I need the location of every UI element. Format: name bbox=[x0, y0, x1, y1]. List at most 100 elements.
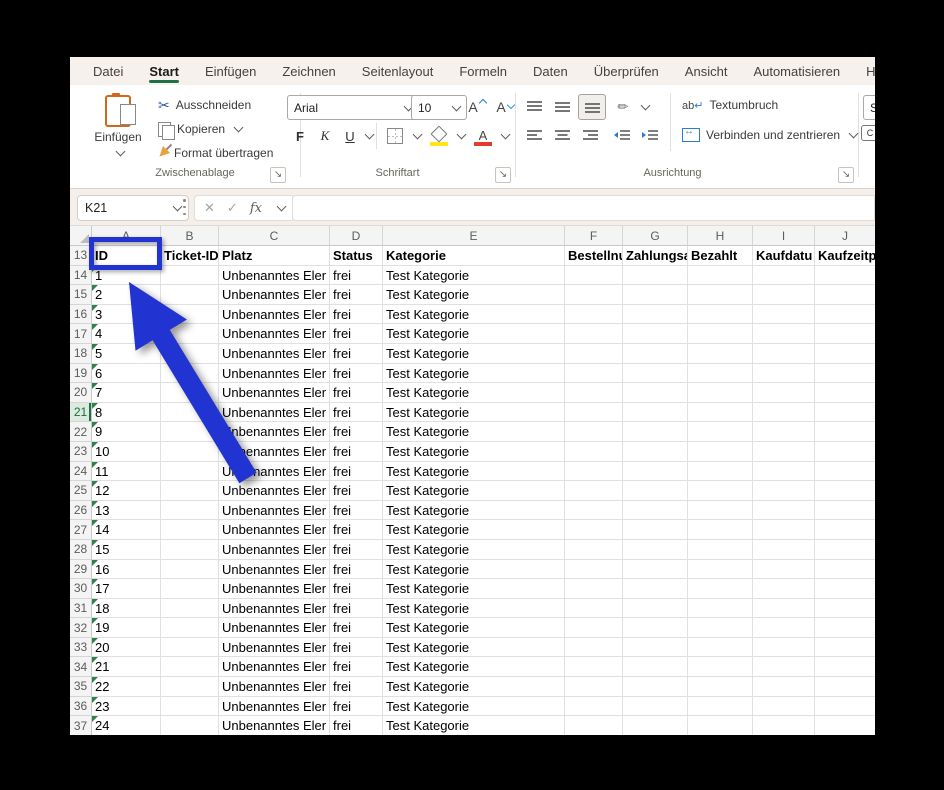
paste-button[interactable]: Einfügen bbox=[90, 93, 146, 163]
cell-E17[interactable]: Test Kategorie bbox=[383, 324, 565, 344]
formula-bar-grip[interactable] bbox=[183, 199, 186, 215]
cell-J36[interactable] bbox=[815, 697, 875, 717]
cell-J15[interactable] bbox=[815, 285, 875, 305]
cell-D13[interactable]: Status bbox=[330, 246, 383, 266]
cell-E32[interactable]: Test Kategorie bbox=[383, 618, 565, 638]
cell-I14[interactable] bbox=[753, 266, 815, 286]
cell-I21[interactable] bbox=[753, 403, 815, 423]
ribbon-tab-überprüfen[interactable]: Überprüfen bbox=[581, 57, 672, 85]
cell-C35[interactable]: Unbenanntes Eler bbox=[219, 677, 330, 697]
cell-D16[interactable]: frei bbox=[330, 305, 383, 325]
cell-B34[interactable] bbox=[161, 657, 219, 677]
cell-I27[interactable] bbox=[753, 520, 815, 540]
cell-E19[interactable]: Test Kategorie bbox=[383, 364, 565, 384]
cell-J25[interactable] bbox=[815, 481, 875, 501]
cell-D22[interactable]: frei bbox=[330, 422, 383, 442]
cell-B23[interactable] bbox=[161, 442, 219, 462]
number-format-combo[interactable]: St bbox=[863, 95, 875, 120]
cell-E27[interactable]: Test Kategorie bbox=[383, 520, 565, 540]
cell-E23[interactable]: Test Kategorie bbox=[383, 442, 565, 462]
cancel-icon[interactable]: ✕ bbox=[204, 200, 215, 216]
font-color-button[interactable]: A bbox=[472, 125, 494, 147]
column-header-D[interactable]: D bbox=[330, 226, 383, 246]
cell-H15[interactable] bbox=[688, 285, 753, 305]
cell-G19[interactable] bbox=[623, 364, 688, 384]
column-header-C[interactable]: C bbox=[219, 226, 330, 246]
cell-F13[interactable]: Bestellnu bbox=[565, 246, 623, 266]
cell-D17[interactable]: frei bbox=[330, 324, 383, 344]
cell-I25[interactable] bbox=[753, 481, 815, 501]
cell-H29[interactable] bbox=[688, 560, 753, 580]
cell-D26[interactable]: frei bbox=[330, 501, 383, 521]
cell-J27[interactable] bbox=[815, 520, 875, 540]
cell-D21[interactable]: frei bbox=[330, 403, 383, 423]
row-header-13[interactable]: 13 bbox=[70, 246, 92, 266]
column-header-G[interactable]: G bbox=[623, 226, 688, 246]
cell-H31[interactable] bbox=[688, 599, 753, 619]
cell-F19[interactable] bbox=[565, 364, 623, 384]
cell-G33[interactable] bbox=[623, 638, 688, 658]
row-header-36[interactable]: 36 bbox=[70, 697, 92, 717]
cell-I22[interactable] bbox=[753, 422, 815, 442]
cell-A27[interactable]: 14 bbox=[92, 520, 161, 540]
cell-B24[interactable] bbox=[161, 462, 219, 482]
cell-E29[interactable]: Test Kategorie bbox=[383, 560, 565, 580]
cell-C37[interactable]: Unbenanntes Eler bbox=[219, 716, 330, 735]
cell-A35[interactable]: 22 bbox=[92, 677, 161, 697]
font-dialog-launcher-icon[interactable]: ↘ bbox=[495, 167, 511, 183]
increase-font-button[interactable]: A bbox=[462, 96, 484, 118]
align-bottom-button[interactable] bbox=[578, 94, 606, 120]
cell-F32[interactable] bbox=[565, 618, 623, 638]
cell-D27[interactable]: frei bbox=[330, 520, 383, 540]
cell-A18[interactable]: 5 bbox=[92, 344, 161, 364]
align-top-button[interactable] bbox=[522, 96, 546, 118]
format-painter-button[interactable]: Format übertragen bbox=[158, 143, 273, 163]
column-header-E[interactable]: E bbox=[383, 226, 565, 246]
cell-E31[interactable]: Test Kategorie bbox=[383, 599, 565, 619]
column-header-B[interactable]: B bbox=[161, 226, 219, 246]
cell-E34[interactable]: Test Kategorie bbox=[383, 657, 565, 677]
cell-H26[interactable] bbox=[688, 501, 753, 521]
cell-B15[interactable] bbox=[161, 285, 219, 305]
cell-B29[interactable] bbox=[161, 560, 219, 580]
cell-H33[interactable] bbox=[688, 638, 753, 658]
cell-J33[interactable] bbox=[815, 638, 875, 658]
cell-F24[interactable] bbox=[565, 462, 623, 482]
cell-A13[interactable]: ID bbox=[92, 246, 161, 266]
cell-G13[interactable]: Zahlungsa bbox=[623, 246, 688, 266]
cell-D31[interactable]: frei bbox=[330, 599, 383, 619]
cell-J17[interactable] bbox=[815, 324, 875, 344]
cell-J18[interactable] bbox=[815, 344, 875, 364]
cell-I35[interactable] bbox=[753, 677, 815, 697]
cell-F23[interactable] bbox=[565, 442, 623, 462]
row-header-28[interactable]: 28 bbox=[70, 540, 92, 560]
cell-E24[interactable]: Test Kategorie bbox=[383, 462, 565, 482]
cell-A36[interactable]: 23 bbox=[92, 697, 161, 717]
cell-D14[interactable]: frei bbox=[330, 266, 383, 286]
cut-button[interactable]: ✂ Ausschneiden bbox=[158, 95, 251, 115]
cell-B27[interactable] bbox=[161, 520, 219, 540]
cell-E20[interactable]: Test Kategorie bbox=[383, 383, 565, 403]
cell-F33[interactable] bbox=[565, 638, 623, 658]
row-header-33[interactable]: 33 bbox=[70, 638, 92, 658]
cell-B26[interactable] bbox=[161, 501, 219, 521]
cell-A23[interactable]: 10 bbox=[92, 442, 161, 462]
cell-B37[interactable] bbox=[161, 716, 219, 735]
cell-D25[interactable]: frei bbox=[330, 481, 383, 501]
cell-B18[interactable] bbox=[161, 344, 219, 364]
cell-B17[interactable] bbox=[161, 324, 219, 344]
cell-E30[interactable]: Test Kategorie bbox=[383, 579, 565, 599]
cell-I32[interactable] bbox=[753, 618, 815, 638]
cell-E36[interactable]: Test Kategorie bbox=[383, 697, 565, 717]
cell-B31[interactable] bbox=[161, 599, 219, 619]
cell-D34[interactable]: frei bbox=[330, 657, 383, 677]
cell-J22[interactable] bbox=[815, 422, 875, 442]
enter-icon[interactable]: ✓ bbox=[227, 200, 238, 216]
cell-G35[interactable] bbox=[623, 677, 688, 697]
cell-A25[interactable]: 12 bbox=[92, 481, 161, 501]
cell-H37[interactable] bbox=[688, 716, 753, 735]
row-header-14[interactable]: 14 bbox=[70, 266, 92, 286]
cell-F17[interactable] bbox=[565, 324, 623, 344]
cell-J13[interactable]: Kaufzeitp bbox=[815, 246, 875, 266]
cell-D37[interactable]: frei bbox=[330, 716, 383, 735]
